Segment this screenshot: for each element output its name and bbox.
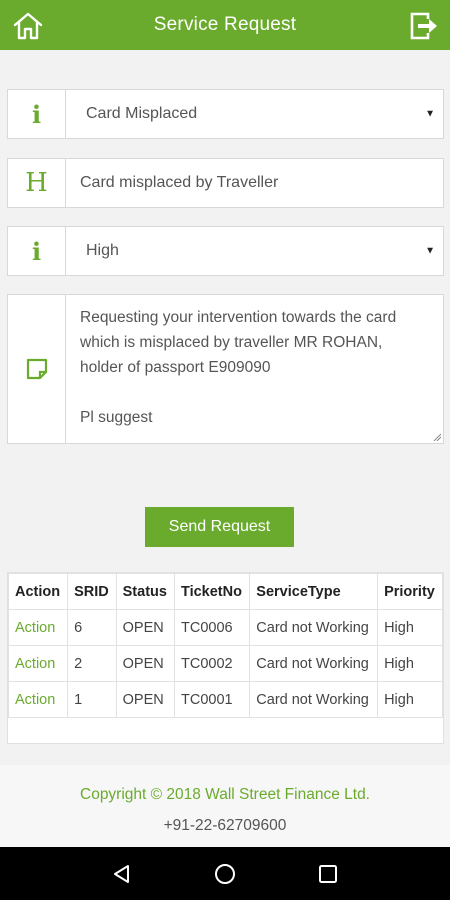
priority-cell: High — [377, 681, 443, 718]
column-header: TicketNo — [173, 573, 251, 610]
footer: Copyright © 2018 Wall Street Finance Ltd… — [0, 765, 450, 847]
heading-icon: H — [8, 159, 66, 207]
status-cell: OPEN — [115, 645, 175, 682]
copyright-text: Copyright © 2018 Wall Street Finance Ltd… — [80, 786, 370, 803]
subject-field[interactable]: H Card misplaced by Traveller — [7, 158, 444, 208]
table-row: Action 1 OPEN TC0001 Card not Working Hi… — [7, 681, 443, 718]
category-value: Card Misplaced — [86, 105, 198, 122]
home-icon[interactable] — [12, 10, 44, 42]
requests-table: Action SRID Status TicketNo ServiceType … — [7, 572, 444, 744]
message-line: which is misplaced by traveller MR ROHAN… — [80, 334, 383, 351]
home-nav-icon[interactable] — [210, 859, 240, 889]
row-action-link[interactable]: Action — [7, 609, 69, 646]
resize-handle-icon[interactable] — [433, 433, 441, 441]
message-line: holder of passport E909090 — [80, 359, 271, 376]
message-line: Pl suggest — [80, 409, 153, 426]
category-select[interactable]: i Card Misplaced ▼ — [7, 89, 444, 139]
back-icon[interactable] — [107, 859, 137, 889]
column-header: Action — [7, 573, 69, 610]
info-icon: i — [8, 227, 66, 275]
dropdown-caret-icon: ▼ — [425, 245, 435, 257]
ticket-cell: TC0006 — [173, 609, 251, 646]
table-row: Action 2 OPEN TC0002 Card not Working Hi… — [7, 645, 443, 682]
message-line: Requesting your intervention towards the… — [80, 309, 397, 326]
column-header: ServiceType — [249, 573, 379, 610]
send-request-button[interactable]: Send Request — [145, 507, 294, 547]
app-header: Service Request — [0, 0, 450, 50]
status-cell: OPEN — [115, 681, 175, 718]
priority-cell: High — [377, 645, 443, 682]
column-header: Status — [115, 573, 175, 610]
service-type-cell: Card not Working — [249, 645, 379, 682]
info-icon: i — [8, 90, 66, 138]
srid-cell: 6 — [67, 609, 117, 646]
row-action-link[interactable]: Action — [7, 645, 69, 682]
ticket-cell: TC0002 — [173, 645, 251, 682]
table-row: Action 6 OPEN TC0006 Card not Working Hi… — [7, 609, 443, 646]
row-action-link[interactable]: Action — [7, 681, 69, 718]
status-cell: OPEN — [115, 609, 175, 646]
service-type-cell: Card not Working — [249, 681, 379, 718]
service-type-cell: Card not Working — [249, 609, 379, 646]
logout-icon[interactable] — [408, 10, 440, 42]
srid-cell: 2 — [67, 645, 117, 682]
message-textarea[interactable]: Requesting your intervention towards the… — [7, 294, 444, 444]
column-header: Priority — [377, 573, 443, 610]
column-header: SRID — [67, 573, 117, 610]
note-icon — [8, 295, 66, 443]
subject-value: Card misplaced by Traveller — [80, 174, 279, 191]
table-header-row: Action SRID Status TicketNo ServiceType … — [7, 573, 443, 610]
priority-value: High — [86, 242, 119, 259]
phone-number: +91-22-62709600 — [163, 817, 287, 834]
priority-select[interactable]: i High ▼ — [7, 226, 444, 276]
dropdown-caret-icon: ▼ — [425, 108, 435, 120]
page-title: Service Request — [153, 14, 297, 35]
ticket-cell: TC0001 — [173, 681, 251, 718]
priority-cell: High — [377, 609, 443, 646]
srid-cell: 1 — [67, 681, 117, 718]
recents-icon[interactable] — [313, 859, 343, 889]
system-nav-bar — [0, 847, 450, 900]
